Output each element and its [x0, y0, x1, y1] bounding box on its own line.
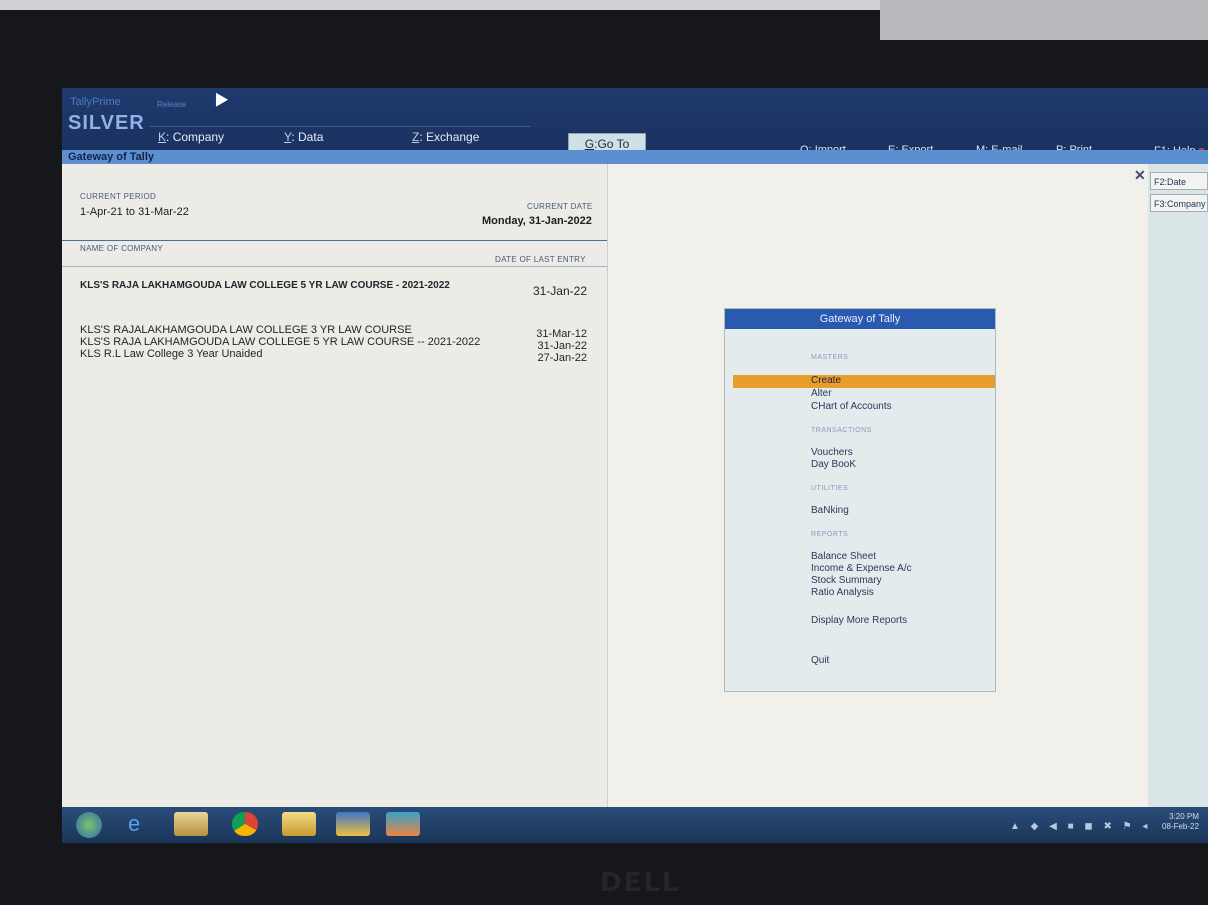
- system-tray-icons[interactable]: ▲ ◆ ◀ ■ ◼ ✖ ⚑ ◂: [1010, 821, 1151, 832]
- section-reports: REPORTS: [811, 531, 849, 538]
- menu-item-income-expense[interactable]: Income & Expense A/c: [811, 563, 912, 575]
- menu-item-display-more-reports[interactable]: Display More Reports: [811, 615, 907, 627]
- start-orb-icon[interactable]: [76, 812, 102, 838]
- mouse-cursor-icon: [209, 89, 229, 107]
- company-info-panel: CURRENT PERIOD 1-Apr-21 to 31-Mar-22 CUR…: [62, 164, 608, 843]
- active-company-name[interactable]: KLS'S RAJA LAKHAMGOUDA LAW COLLEGE 5 YR …: [80, 280, 450, 291]
- current-date-value: Monday, 31-Jan-2022: [482, 215, 592, 227]
- menu-item-chart-of-accounts[interactable]: CHart of Accounts: [811, 401, 892, 413]
- current-date-label: CURRENT DATE: [527, 202, 593, 211]
- menu-company[interactable]: K: Company: [158, 130, 224, 144]
- menu-divider: [150, 126, 530, 127]
- menu-item-quit[interactable]: Quit: [811, 655, 829, 667]
- tally-icon[interactable]: [336, 812, 370, 836]
- button-label: Date: [1167, 177, 1187, 187]
- menu-label: Data: [298, 130, 324, 144]
- title-bar: [62, 150, 1208, 164]
- current-period-label: CURRENT PERIOD: [80, 192, 157, 201]
- f2-date-button[interactable]: F2:Date: [1150, 172, 1208, 190]
- selection-highlight: [733, 375, 995, 388]
- menu-item-ratio-analysis[interactable]: Ratio Analysis: [811, 587, 874, 599]
- gateway-menu: Gateway of Tally MASTERS Create Alter CH…: [724, 308, 996, 692]
- screen-title: Gateway of Tally: [68, 151, 154, 163]
- section-transactions: TRANSACTIONS: [811, 427, 872, 434]
- menu-exchange[interactable]: Z: Exchange: [412, 130, 479, 144]
- menu-item-balance-sheet[interactable]: Balance Sheet: [811, 551, 876, 563]
- company-last-entry: 27-Jan-22: [537, 352, 587, 364]
- tally-screen: TallyPrime Release SILVER K: Company Y: …: [62, 88, 1208, 843]
- section-utilities: UTILITIES: [811, 485, 849, 492]
- f3-company-button[interactable]: F3:Company: [1150, 194, 1208, 212]
- hotkey: K: [158, 130, 167, 144]
- button-label: Company: [1167, 199, 1206, 209]
- divider: [62, 266, 607, 267]
- hotkey: G: [584, 137, 595, 151]
- clock-time: 3:20 PM: [1169, 812, 1199, 821]
- company-list-item[interactable]: KLS R.L Law College 3 Year Unaided: [80, 348, 262, 360]
- menu-item-banking[interactable]: BaNking: [811, 505, 849, 517]
- active-company-date: 31-Jan-22: [532, 284, 587, 298]
- file-explorer-icon[interactable]: [174, 812, 208, 836]
- company-list-item[interactable]: KLS'S RAJA LAKHAMGOUDA LAW COLLEGE 5 YR …: [80, 336, 480, 348]
- menu-item-vouchers[interactable]: Vouchers: [811, 447, 853, 459]
- section-masters: MASTERS: [811, 354, 849, 361]
- menu-item-stock-summary[interactable]: Stock Summary: [811, 575, 882, 587]
- chrome-icon[interactable]: [232, 812, 258, 836]
- top-bar: TallyPrime Release SILVER K: Company Y: …: [62, 88, 1208, 157]
- internet-explorer-icon[interactable]: e: [128, 812, 162, 836]
- hotkey: Y: [284, 130, 292, 144]
- release-label: Release: [157, 100, 187, 109]
- edition-label: SILVER: [68, 112, 145, 134]
- monitor-brand-logo: DELL: [600, 868, 681, 898]
- gateway-menu-title: Gateway of Tally: [725, 309, 995, 329]
- company-list-item[interactable]: KLS'S RAJALAKHAMGOUDA LAW COLLEGE 3 YR L…: [80, 324, 412, 336]
- button-bar: [1148, 164, 1208, 843]
- menu-item-alter[interactable]: Alter: [811, 388, 832, 400]
- menu-label: Company: [172, 130, 225, 144]
- menu-label: Exchange: [426, 130, 480, 144]
- hotkey: F3: [1154, 199, 1165, 209]
- clock-date: 08-Feb-22: [1162, 822, 1199, 831]
- hotkey: Z: [412, 130, 420, 144]
- hotkey: F2: [1154, 177, 1165, 187]
- divider: [62, 240, 607, 241]
- menu-data[interactable]: Y: Data: [284, 130, 323, 144]
- name-of-company-label: NAME OF COMPANY: [80, 244, 164, 253]
- product-name: TallyPrime: [70, 96, 121, 108]
- date-last-entry-label: DATE OF LAST ENTRY: [495, 255, 586, 264]
- menu-item-create[interactable]: Create: [811, 375, 841, 387]
- folder-icon[interactable]: [282, 812, 316, 836]
- button-label: Go To: [597, 137, 630, 151]
- system-clock[interactable]: 3:20 PM 08-Feb-22: [1162, 812, 1199, 832]
- company-last-entry: 31-Jan-22: [537, 340, 587, 352]
- current-period-value: 1-Apr-21 to 31-Mar-22: [80, 206, 189, 218]
- app-icon[interactable]: [386, 812, 420, 836]
- close-icon[interactable]: ✕: [1134, 167, 1146, 184]
- menu-item-day-book[interactable]: Day BooK: [811, 459, 856, 471]
- company-last-entry: 31-Mar-12: [536, 328, 587, 340]
- room-background-right: [880, 0, 1208, 40]
